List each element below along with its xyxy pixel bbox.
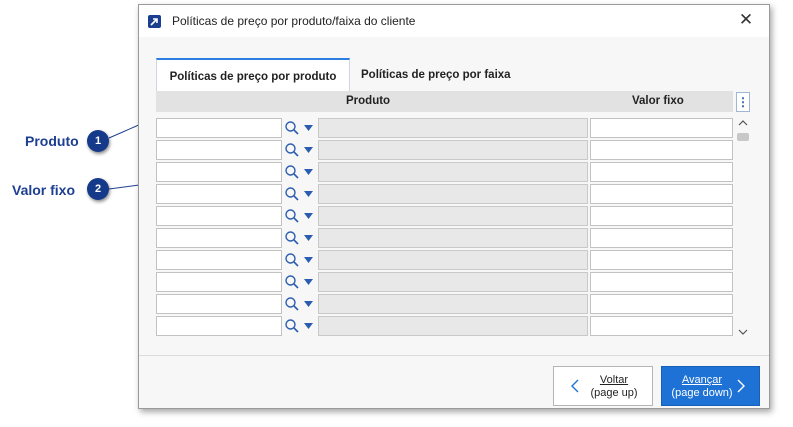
chevron-down-icon[interactable] [304, 213, 313, 219]
dialog-window: Políticas de preço por produto/faixa do … [138, 4, 770, 409]
search-icon[interactable] [284, 230, 300, 246]
chevron-down-icon[interactable] [304, 323, 313, 329]
close-icon[interactable]: ✕ [737, 11, 755, 29]
chevron-down-icon[interactable] [304, 301, 313, 307]
valor-fixo-input[interactable] [590, 184, 733, 204]
callout-badge-1: 1 [87, 130, 109, 152]
window-title: Políticas de preço por produto/faixa do … [172, 14, 416, 28]
vertical-scrollbar[interactable] [735, 114, 751, 339]
scroll-up-icon[interactable] [735, 116, 751, 130]
table-row [156, 250, 733, 270]
search-icon[interactable] [284, 186, 300, 202]
valor-fixo-input[interactable] [590, 228, 733, 248]
next-label-line2: (page down) [671, 387, 733, 399]
grid-menu-button[interactable]: ⋮ [736, 92, 750, 112]
back-button-label: Voltar (page up) [584, 374, 644, 400]
product-name-field [318, 184, 588, 204]
next-button-label: Avançar (page down) [666, 374, 738, 400]
chevron-down-icon[interactable] [304, 125, 313, 131]
valor-fixo-input[interactable] [590, 294, 733, 314]
back-label-line2: (page up) [590, 387, 638, 399]
table-row [156, 316, 733, 336]
footer-divider [139, 355, 769, 356]
back-label-line1: Voltar [599, 374, 629, 386]
product-code-input[interactable] [156, 118, 282, 138]
product-name-field [318, 250, 588, 270]
search-icon[interactable] [284, 296, 300, 312]
product-name-field [318, 228, 588, 248]
title-bar: Políticas de preço por produto/faixa do … [139, 5, 769, 37]
table-row [156, 184, 733, 204]
column-header-valor-fixo: Valor fixo [632, 95, 684, 107]
product-name-field [318, 118, 588, 138]
callout-label-valor-fixo: Valor fixo [12, 182, 76, 198]
callout-badge-2: 2 [87, 178, 109, 200]
table-row [156, 162, 733, 182]
chevron-down-icon[interactable] [304, 191, 313, 197]
valor-fixo-input[interactable] [590, 272, 733, 292]
valor-fixo-input[interactable] [590, 206, 733, 226]
product-code-input[interactable] [156, 184, 282, 204]
valor-fixo-input[interactable] [590, 316, 733, 336]
search-icon[interactable] [284, 252, 300, 268]
table-row [156, 140, 733, 160]
product-code-input[interactable] [156, 228, 282, 248]
scroll-thumb[interactable] [737, 133, 749, 141]
product-name-field [318, 294, 588, 314]
table-row [156, 206, 733, 226]
product-code-input[interactable] [156, 250, 282, 270]
grid-header: Produto Valor fixo [156, 91, 733, 112]
search-icon[interactable] [284, 208, 300, 224]
product-code-input[interactable] [156, 206, 282, 226]
table-row [156, 294, 733, 314]
search-icon[interactable] [284, 318, 300, 334]
chevron-down-icon[interactable] [304, 147, 313, 153]
chevron-down-icon[interactable] [304, 279, 313, 285]
product-code-input[interactable] [156, 162, 282, 182]
valor-fixo-input[interactable] [590, 162, 733, 182]
product-name-field [318, 162, 588, 182]
app-arrow-icon [148, 15, 161, 28]
table-row [156, 118, 733, 138]
search-icon[interactable] [284, 120, 300, 136]
table-row [156, 272, 733, 292]
tab-politicas-faixa[interactable]: Políticas de preço por faixa [361, 58, 531, 92]
valor-fixo-input[interactable] [590, 118, 733, 138]
product-name-field [318, 140, 588, 160]
chevron-down-icon[interactable] [304, 169, 313, 175]
callout-label-produto: Produto [25, 133, 79, 149]
valor-fixo-input[interactable] [590, 250, 733, 270]
tab-politicas-produto[interactable]: Políticas de preço por produto [156, 58, 350, 92]
chevron-down-icon[interactable] [304, 257, 313, 263]
product-code-input[interactable] [156, 272, 282, 292]
product-name-field [318, 272, 588, 292]
table-row [156, 228, 733, 248]
column-header-produto: Produto [346, 95, 391, 107]
tab-label: Políticas de preço por produto [169, 71, 337, 83]
product-code-input[interactable] [156, 316, 282, 336]
search-icon[interactable] [284, 164, 300, 180]
valor-fixo-input[interactable] [590, 140, 733, 160]
next-label-line1: Avançar [681, 374, 723, 386]
chevron-down-icon[interactable] [304, 235, 313, 241]
product-name-field [318, 316, 588, 336]
search-icon[interactable] [284, 274, 300, 290]
back-button[interactable]: Voltar (page up) [553, 366, 653, 406]
product-code-input[interactable] [156, 140, 282, 160]
tab-content: Produto Valor fixo ⋮ [156, 91, 751, 341]
product-code-input[interactable] [156, 294, 282, 314]
scroll-down-icon[interactable] [735, 325, 751, 339]
chevron-left-icon [571, 379, 579, 393]
next-button[interactable]: Avançar (page down) [661, 366, 760, 406]
search-icon[interactable] [284, 142, 300, 158]
product-name-field [318, 206, 588, 226]
chevron-right-icon [737, 379, 745, 393]
tab-label: Políticas de preço por faixa [361, 69, 511, 81]
